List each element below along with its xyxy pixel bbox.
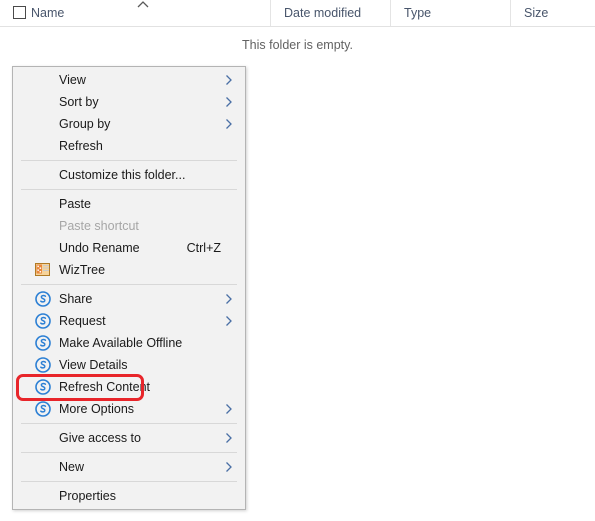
file-list-column-header: Name Date modified Type Size (0, 0, 595, 27)
menu-separator (21, 160, 237, 161)
submenu-chevron-right-icon (223, 398, 235, 420)
submenu-chevron-right-icon (223, 427, 235, 449)
menu-item-refresh[interactable]: Refresh (13, 135, 245, 157)
menu-item-label: More Options (59, 402, 135, 416)
menu-item-label: Properties (59, 489, 116, 503)
sync-s-icon (35, 401, 51, 417)
menu-item-view[interactable]: View (13, 69, 245, 91)
menu-item-customize-this-folder[interactable]: Customize this folder... (13, 164, 245, 186)
menu-item-label: New (59, 460, 85, 474)
menu-item-sort-by[interactable]: Sort by (13, 91, 245, 113)
menu-separator (21, 284, 237, 285)
menu-item-label: Sort by (59, 95, 99, 109)
menu-item-label: Paste shortcut (59, 219, 139, 233)
menu-item-share[interactable]: Share (13, 288, 245, 310)
menu-item-label: Paste (59, 197, 91, 211)
menu-item-label: View (59, 73, 86, 87)
submenu-chevron-right-icon (223, 288, 235, 310)
sync-s-icon (35, 313, 51, 329)
menu-item-label: Refresh (59, 139, 103, 153)
menu-item-more-options[interactable]: More Options (13, 398, 245, 420)
menu-item-label: Share (59, 292, 93, 306)
menu-item-label: Give access to (59, 431, 141, 445)
column-header-size[interactable]: Size (510, 0, 595, 26)
menu-separator (21, 189, 237, 190)
menu-item-label: Refresh Content (59, 380, 151, 394)
menu-item-refresh-content[interactable]: Refresh Content (13, 376, 245, 398)
menu-separator (21, 481, 237, 482)
menu-item-label: Group by (59, 117, 111, 131)
menu-item-properties[interactable]: Properties (13, 485, 245, 507)
sync-s-icon (35, 335, 51, 351)
submenu-chevron-right-icon (223, 91, 235, 113)
menu-item-label: Make Available Offline (59, 336, 183, 350)
menu-item-make-available-offline[interactable]: Make Available Offline (13, 332, 245, 354)
menu-item-label: Request (59, 314, 106, 328)
menu-item-group-by[interactable]: Group by (13, 113, 245, 135)
submenu-chevron-right-icon (223, 69, 235, 91)
menu-item-label: Undo Rename (59, 241, 140, 255)
empty-folder-message: This folder is empty. (242, 38, 353, 52)
menu-item-new[interactable]: New (13, 456, 245, 478)
menu-separator (21, 452, 237, 453)
menu-item-view-details[interactable]: View Details (13, 354, 245, 376)
folder-context-menu: View Sort by Group by Refresh Customize this… (12, 66, 246, 510)
submenu-chevron-right-icon (223, 310, 235, 332)
submenu-chevron-right-icon (223, 113, 235, 135)
sync-s-icon (35, 379, 51, 395)
menu-item-label: Customize this folder... (59, 168, 186, 182)
column-header-type[interactable]: Type (390, 0, 510, 26)
menu-item-undo-rename[interactable]: Undo Rename Ctrl+Z (13, 237, 245, 259)
menu-item-paste-shortcut: Paste shortcut (13, 215, 245, 237)
menu-item-paste[interactable]: Paste (13, 193, 245, 215)
sync-s-icon (35, 291, 51, 307)
menu-item-give-access-to[interactable]: Give access to (13, 427, 245, 449)
column-header-date-modified[interactable]: Date modified (270, 0, 390, 26)
menu-item-request[interactable]: Request (13, 310, 245, 332)
column-header-name[interactable]: Name (0, 0, 270, 26)
sync-s-icon (35, 357, 51, 373)
menu-item-shortcut: Ctrl+Z (186, 241, 221, 255)
menu-item-wiztree[interactable]: WizTree (13, 259, 245, 281)
menu-separator (21, 423, 237, 424)
menu-item-label: View Details (59, 358, 128, 372)
menu-item-label: WizTree (59, 263, 106, 277)
submenu-chevron-right-icon (223, 456, 235, 478)
wiztree-icon (35, 262, 51, 278)
